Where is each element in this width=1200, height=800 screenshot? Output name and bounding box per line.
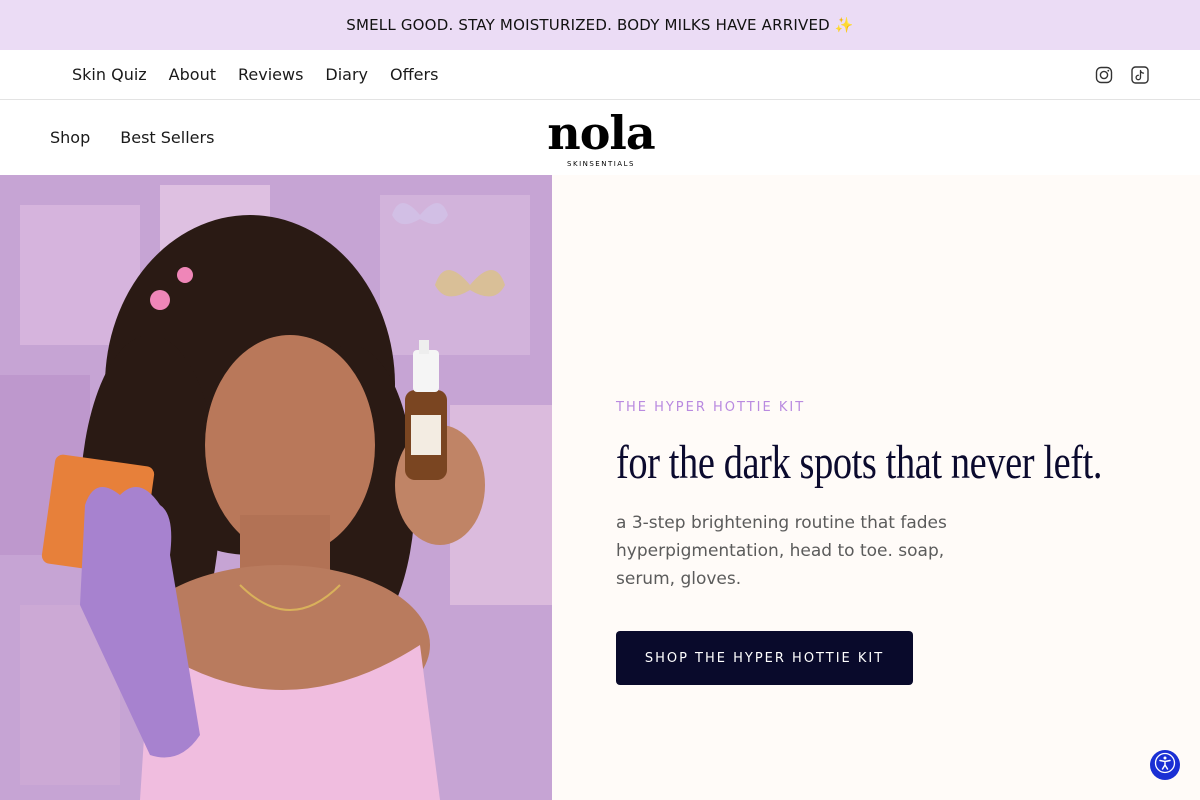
- shop-kit-button[interactable]: SHOP THE HYPER HOTTIE KIT: [616, 631, 913, 685]
- logo-wordmark: nola: [547, 106, 655, 160]
- nav-link-reviews[interactable]: Reviews: [238, 65, 303, 84]
- announcement-text: SMELL GOOD. STAY MOISTURIZED. BODY MILKS…: [346, 16, 854, 34]
- social-links: [1094, 50, 1150, 100]
- nav-link-shop[interactable]: Shop: [50, 128, 90, 147]
- nav-link-skin-quiz[interactable]: Skin Quiz: [72, 65, 147, 84]
- accessibility-button[interactable]: [1150, 750, 1180, 780]
- nav-link-about[interactable]: About: [169, 65, 216, 84]
- nav-link-best-sellers[interactable]: Best Sellers: [120, 128, 214, 147]
- hero-image: [0, 175, 552, 800]
- logo-subtitle: SKINSENTIALS: [567, 160, 635, 168]
- tiktok-icon[interactable]: [1130, 65, 1150, 85]
- nav-link-diary[interactable]: Diary: [325, 65, 368, 84]
- announcement-bar: SMELL GOOD. STAY MOISTURIZED. BODY MILKS…: [0, 0, 1200, 50]
- main-nav: Shop Best Sellers nola SKINSENTIALS: [0, 100, 1200, 175]
- hero-content: THE HYPER HOTTIE KIT for the dark spots …: [616, 400, 1156, 685]
- hero-eyebrow: THE HYPER HOTTIE KIT: [616, 400, 806, 415]
- nav-link-offers[interactable]: Offers: [390, 65, 438, 84]
- hero-subcopy: a 3-step brightening routine that fades …: [616, 513, 947, 589]
- brand-logo[interactable]: nola SKINSENTIALS: [546, 108, 656, 172]
- utility-nav: Skin Quiz About Reviews Diary Offers: [0, 50, 1200, 100]
- hero-headline: for the dark spots that never left.: [616, 436, 1103, 489]
- accessibility-icon: [1154, 752, 1176, 778]
- instagram-icon[interactable]: [1094, 65, 1114, 85]
